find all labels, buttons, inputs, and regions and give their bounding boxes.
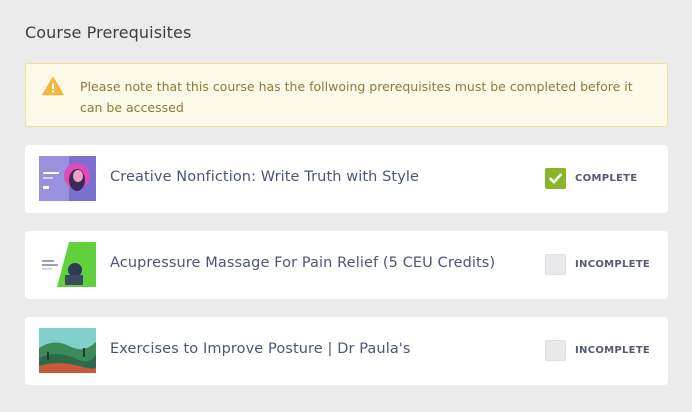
complete-checkbox[interactable]	[545, 168, 566, 189]
status-label: INCOMPLETE	[575, 259, 651, 270]
page-title: Course Prerequisites	[25, 23, 192, 42]
checkmark-icon	[549, 173, 562, 184]
course-card[interactable]: Exercises to Improve Posture | Dr Paula'…	[25, 317, 668, 385]
course-title[interactable]: Exercises to Improve Posture | Dr Paula'…	[110, 341, 411, 357]
incomplete-checkbox[interactable]	[545, 340, 566, 361]
status-label: COMPLETE	[575, 173, 638, 184]
prerequisites-notice: Please note that this course has the fol…	[25, 63, 668, 127]
course-thumbnail	[39, 156, 96, 201]
course-card[interactable]: Acupressure Massage For Pain Relief (5 C…	[25, 231, 668, 299]
notice-text: Please note that this course has the fol…	[80, 79, 633, 115]
course-thumbnail	[39, 242, 96, 287]
course-card[interactable]: Creative Nonfiction: Write Truth with St…	[25, 145, 668, 213]
status-label: INCOMPLETE	[575, 345, 651, 356]
warning-icon	[42, 76, 64, 96]
course-thumbnail	[39, 328, 96, 373]
course-title[interactable]: Acupressure Massage For Pain Relief (5 C…	[110, 255, 495, 271]
course-title[interactable]: Creative Nonfiction: Write Truth with St…	[110, 169, 419, 185]
incomplete-checkbox[interactable]	[545, 254, 566, 275]
